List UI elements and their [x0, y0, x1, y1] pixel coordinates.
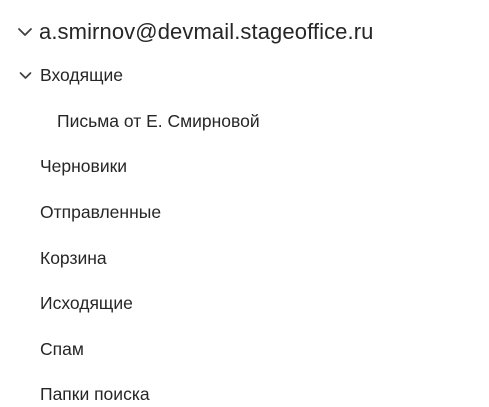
account-header[interactable]: a.smirnov@devmail.stageoffice.ru — [0, 13, 489, 51]
chevron-down-icon[interactable] — [17, 24, 33, 40]
folder-spam[interactable]: Спам — [0, 331, 489, 367]
folder-outbox[interactable]: Исходящие — [0, 285, 489, 321]
folder-drafts[interactable]: Черновики — [0, 148, 489, 184]
folder-drafts-label: Черновики — [40, 155, 128, 176]
folder-inbox-sub[interactable]: Письма от Е. Смирновой — [0, 103, 489, 139]
folder-sent[interactable]: Отправленные — [0, 194, 489, 230]
folder-inbox-label: Входящие — [40, 64, 123, 85]
folder-outbox-label: Исходящие — [40, 292, 133, 313]
folder-spam-label: Спам — [40, 338, 84, 359]
account-email: a.smirnov@devmail.stageoffice.ru — [39, 19, 374, 44]
folder-sent-label: Отправленные — [40, 201, 162, 222]
folder-search-folders[interactable]: Папки поиска — [0, 376, 489, 407]
folder-trash[interactable]: Корзина — [0, 240, 489, 276]
chevron-down-icon[interactable] — [19, 69, 32, 82]
folder-search-folders-label: Папки поиска — [40, 383, 150, 404]
folder-pane: a.smirnov@devmail.stageoffice.ru Входящи… — [0, 0, 489, 407]
folder-inbox[interactable]: Входящие — [0, 57, 489, 93]
folder-inbox-sub-label: Письма от Е. Смирновой — [57, 110, 260, 131]
folder-trash-label: Корзина — [40, 247, 107, 268]
